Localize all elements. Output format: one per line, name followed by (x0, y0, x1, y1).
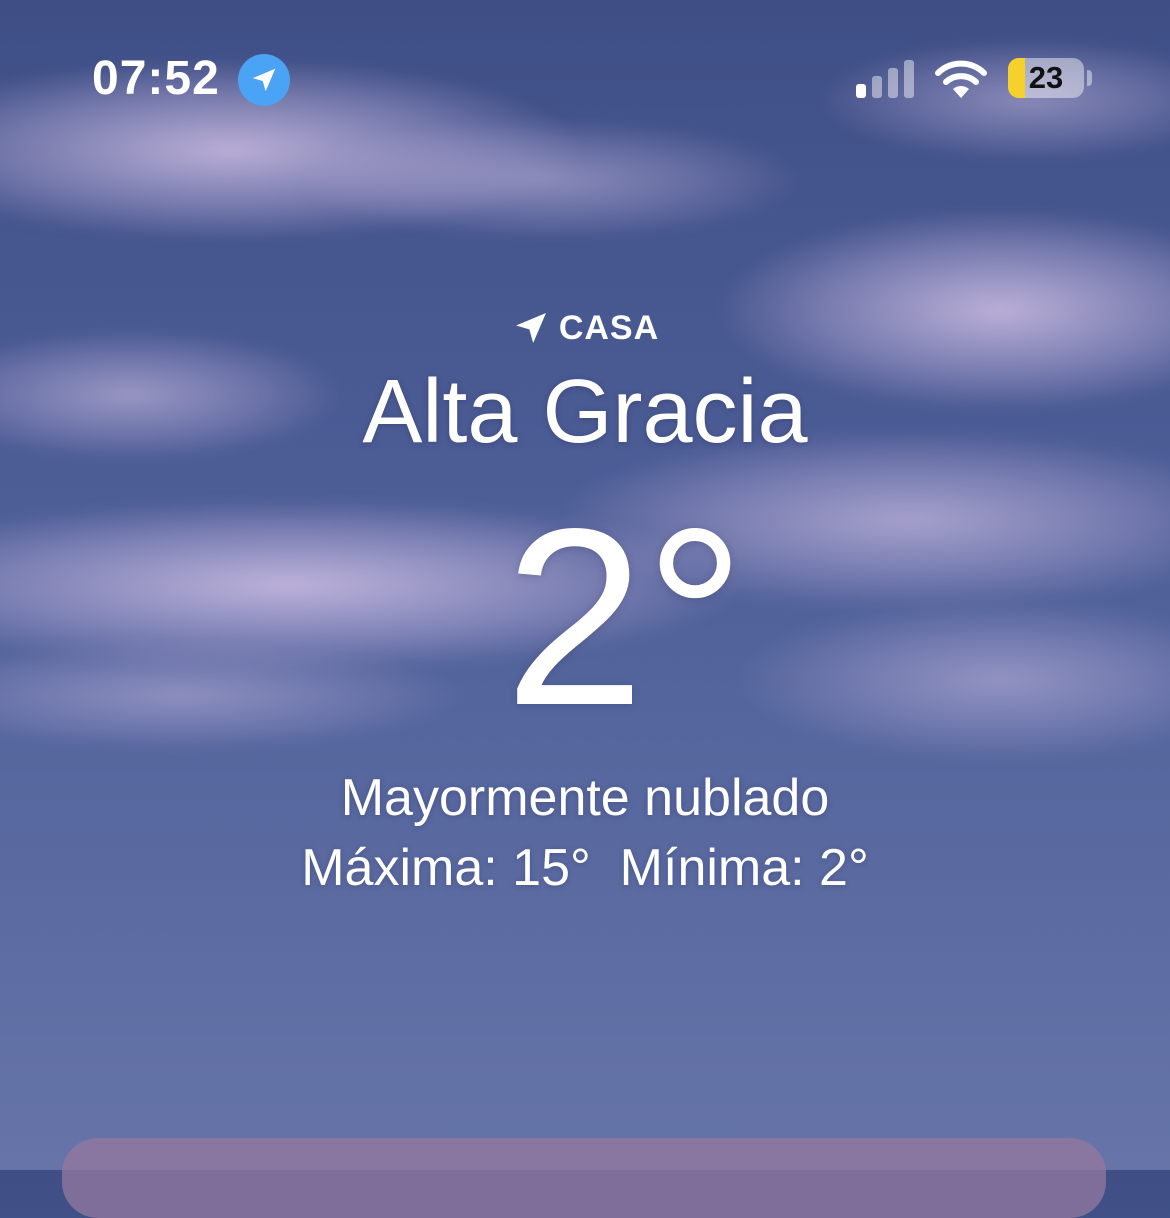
forecast-card[interactable] (62, 1138, 1106, 1218)
temperature-value: 2° (504, 477, 746, 758)
city-name: Alta Gracia (362, 362, 808, 462)
battery-icon: 23 (1008, 58, 1084, 98)
location-arrow-icon (238, 54, 290, 106)
battery-cap (1087, 70, 1092, 86)
location-arrow-icon (515, 313, 546, 343)
current-temperature: 2° (0, 488, 1170, 748)
wifi-icon (935, 60, 987, 98)
battery-level: 23 (1028, 60, 1064, 95)
status-time: 07:52 (92, 52, 220, 105)
status-bar: 07:52 23 (0, 0, 1170, 150)
high-low-temperature: Máxima: 15° Mínima: 2° (301, 839, 869, 897)
location-label: CASA (558, 309, 660, 347)
cellular-signal-icon (856, 60, 914, 98)
location-label-row: CASA (0, 308, 1170, 348)
weather-condition: Mayormente nublado (340, 769, 830, 827)
